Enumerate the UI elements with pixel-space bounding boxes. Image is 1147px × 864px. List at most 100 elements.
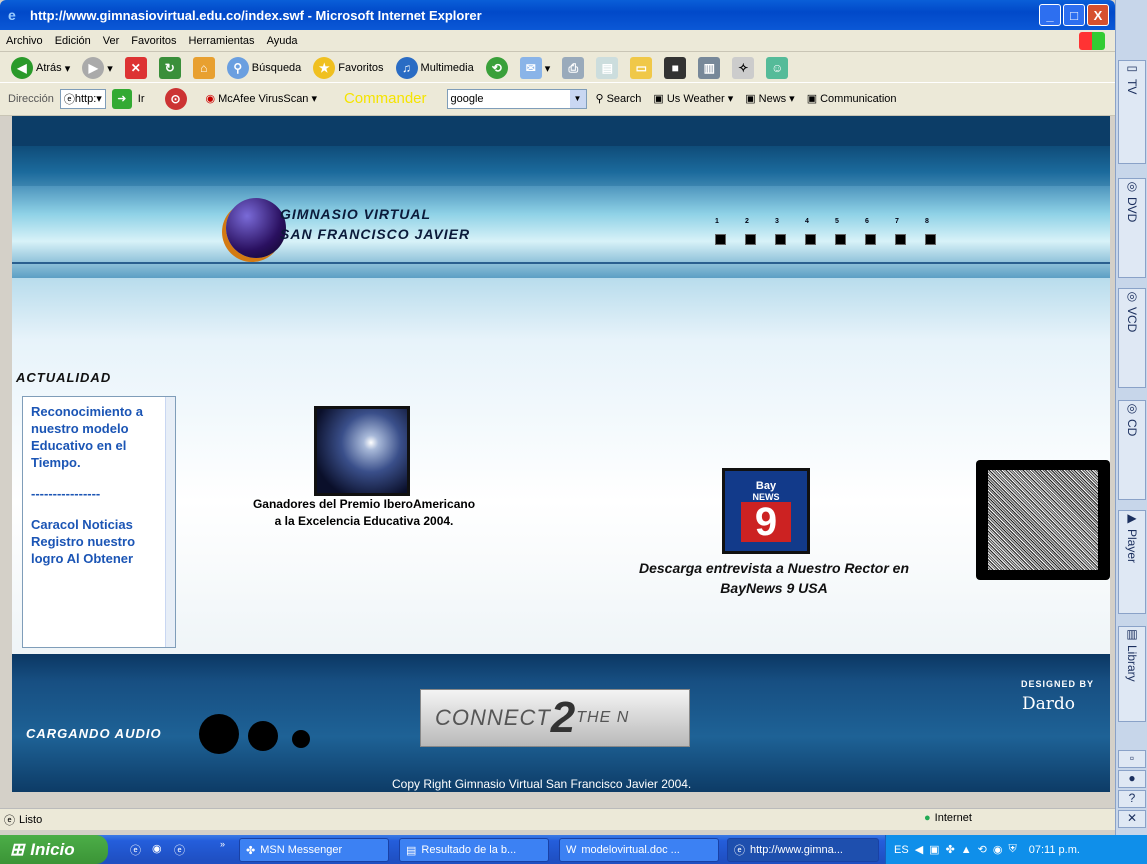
edit-button[interactable]: ▤	[593, 55, 621, 81]
page-icon: ⓔ	[63, 93, 75, 106]
menu-bar: Archivo Edición Ver Favoritos Herramient…	[0, 30, 1115, 52]
search-button[interactable]: ⚲ Búsqueda	[224, 55, 305, 81]
quicklaunch-ie-icon[interactable]: ⓔ	[130, 842, 141, 858]
nav-square-2[interactable]	[745, 234, 756, 245]
award-caption[interactable]: Ganadores del Premio IberoAmericano a la…	[248, 496, 480, 530]
news-item-1[interactable]: Reconocimiento a nuestro modelo Educativ…	[31, 403, 167, 471]
nav-square-6[interactable]	[865, 234, 876, 245]
tray-msn-icon[interactable]: ✤	[946, 843, 955, 856]
tray-arrow-icon[interactable]: ◀	[915, 843, 923, 856]
menu-archivo[interactable]: Archivo	[6, 35, 43, 47]
tray-update-icon[interactable]: ⟲	[978, 843, 987, 856]
home-button[interactable]: ⌂	[190, 55, 218, 81]
news-scrollbox[interactable]: Reconocimiento a nuestro modelo Educativ…	[22, 396, 176, 648]
star-icon: ★	[313, 57, 336, 79]
panel-pin-icon[interactable]: ●	[1118, 770, 1146, 788]
panel-close-icon[interactable]: ✕	[1118, 810, 1146, 828]
task-msn[interactable]: ✤ MSN Messenger	[239, 838, 389, 862]
menu-ver[interactable]: Ver	[103, 35, 120, 47]
menu-edicion[interactable]: Edición	[55, 35, 91, 47]
menu-ayuda[interactable]: Ayuda	[267, 35, 298, 47]
quicklaunch-media-icon[interactable]: ◉	[152, 842, 162, 855]
print-button[interactable]: ⎙	[559, 55, 587, 81]
pdf-icon[interactable]: ⊙	[164, 87, 187, 110]
close-button[interactable]: X	[1087, 4, 1109, 26]
minimize-button[interactable]: _	[1039, 4, 1061, 26]
tray-adobe-icon[interactable]: ▲	[961, 844, 972, 856]
nav-square-4[interactable]	[805, 234, 816, 245]
menu-herramientas[interactable]: Herramientas	[189, 35, 255, 47]
task-search-results[interactable]: ▤ Resultado de la b...	[399, 838, 549, 862]
address-dropdown-icon[interactable]: ▾	[96, 92, 102, 105]
panel-help-icon[interactable]: ?	[1118, 790, 1146, 808]
search-go-button[interactable]: ⚲ Search	[593, 90, 645, 107]
panel-cd[interactable]: ◎ CD	[1118, 400, 1146, 500]
tray-shield-icon[interactable]: ⛨	[1009, 843, 1017, 856]
messenger-button[interactable]: ■	[661, 55, 689, 81]
nav-square-1[interactable]	[715, 234, 726, 245]
panel-library[interactable]: ▥ Library	[1118, 626, 1146, 722]
panel-player[interactable]: ▶ Player	[1118, 510, 1146, 614]
actualidad-heading: ACTUALIDAD	[16, 370, 112, 385]
status-bar: ⓔ Listo ● Internet	[0, 808, 1115, 830]
clock[interactable]: 07:11 p.m.	[1029, 844, 1080, 856]
panel-tv[interactable]: ▭ TV	[1118, 60, 1146, 164]
window-titlebar: e http://www.gimnasiovirtual.edu.co/inde…	[0, 0, 1115, 30]
language-indicator[interactable]: ES	[894, 844, 909, 856]
link-communication[interactable]: ▣ Communication	[804, 90, 900, 107]
nav-squares	[715, 234, 936, 245]
panel-minimize-icon[interactable]: ▫	[1118, 750, 1146, 768]
task-word-doc[interactable]: Wmodelovirtual.doc ...	[559, 838, 719, 862]
refresh-button[interactable]: ↻	[156, 55, 184, 81]
quicklaunch-browser-icon[interactable]: ⓔ	[174, 842, 185, 858]
nav-square-7[interactable]	[895, 234, 906, 245]
favorites-button[interactable]: ★ Favoritos	[310, 55, 386, 81]
mcafee-button[interactable]: ◉ McAfee VirusScan ▾	[203, 90, 320, 107]
news-divider: ----------------	[31, 486, 101, 501]
link-us-weather[interactable]: ▣ Us Weather ▾	[650, 90, 736, 107]
tray-antivirus-icon[interactable]: ◉	[993, 843, 1003, 856]
nav-square-3[interactable]	[775, 234, 786, 245]
start-button[interactable]: ⊞ Inicio	[0, 835, 108, 864]
stop-button[interactable]: ✕	[122, 55, 150, 81]
research-button[interactable]: ▥	[695, 55, 723, 81]
header-ruler	[12, 262, 1110, 264]
people-icon: ☺	[766, 57, 789, 79]
media-button[interactable]: ♫ Multimedia	[393, 55, 477, 81]
menu-favoritos[interactable]: Favoritos	[131, 35, 176, 47]
news-item-2[interactable]: Caracol Noticias Registro nuestro logro …	[31, 516, 167, 567]
link-news[interactable]: ▣ News ▾	[742, 90, 797, 107]
connect2thenet-banner[interactable]: CONNECT 2 THE N	[420, 689, 690, 747]
task-ie-active[interactable]: ⓔ http://www.gimna...	[727, 838, 879, 862]
buddies-button[interactable]: ☺	[763, 55, 791, 81]
nav-square-8[interactable]	[925, 234, 936, 245]
baynews-caption[interactable]: Descarga entrevista a Nuestro Rector en …	[624, 558, 924, 598]
back-button[interactable]: ◀ Atrás ▾	[8, 55, 73, 81]
search-combo[interactable]: google ▼	[446, 88, 587, 109]
ie-logo-icon: e	[8, 7, 16, 23]
award-thumbnail[interactable]	[314, 406, 410, 496]
folder-button[interactable]: ▭	[627, 55, 655, 81]
panel-dvd[interactable]: ◎ DVD	[1118, 178, 1146, 278]
history-button[interactable]: ⟲	[483, 55, 511, 81]
tool-button[interactable]: ✧	[729, 55, 757, 81]
address-input[interactable]: ⓔ http: ▾	[59, 88, 106, 109]
news-scrollbar[interactable]	[165, 397, 175, 647]
book-icon: ▥	[698, 57, 721, 79]
go-icon[interactable]: ➜	[111, 88, 132, 109]
go-button[interactable]: Ir	[138, 93, 145, 105]
quicklaunch-expand-icon[interactable]: »	[220, 839, 225, 849]
library-icon: ▥	[1126, 627, 1138, 641]
commander-label[interactable]: Commander	[344, 90, 427, 107]
maximize-button[interactable]: □	[1063, 4, 1085, 26]
doc-icon: ▤	[406, 844, 417, 857]
chevron-down-icon[interactable]: ▼	[569, 89, 586, 108]
forward-button[interactable]: ▶ ▾	[79, 55, 116, 81]
panel-vcd[interactable]: ◎ VCD	[1118, 288, 1146, 388]
video-static-screen[interactable]	[976, 460, 1110, 580]
audio-dot-large	[199, 714, 239, 754]
tray-network-icon[interactable]: ▣	[929, 843, 939, 856]
nav-square-5[interactable]	[835, 234, 846, 245]
mail-button[interactable]: ✉ ▾	[517, 55, 554, 81]
baynews-thumbnail[interactable]: Bay NEWS 9	[722, 468, 810, 554]
